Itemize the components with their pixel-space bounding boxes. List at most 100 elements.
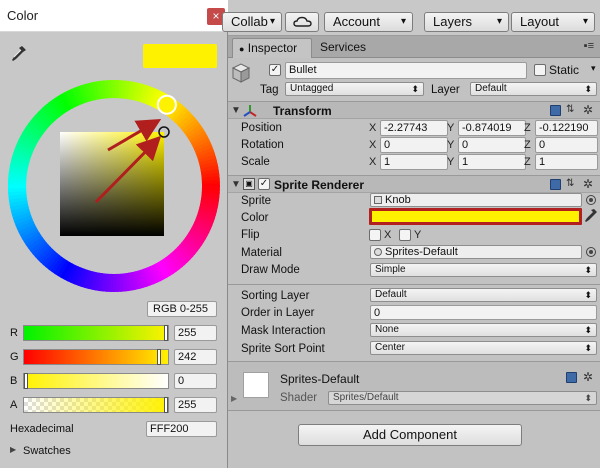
- chevron-down-icon[interactable]: ▾: [591, 63, 596, 74]
- sorting-layer-label: Sorting Layer: [241, 290, 310, 302]
- channel-label-r: R: [10, 327, 18, 339]
- transform-header[interactable]: ▼ Transform ⇅ ✲: [228, 101, 600, 119]
- scale-x-field[interactable]: 1: [380, 154, 448, 170]
- help-book-icon[interactable]: [550, 105, 561, 116]
- material-asset-name: Sprites-Default: [280, 372, 360, 386]
- account-dropdown[interactable]: Account ▾: [324, 12, 413, 32]
- static-checkbox[interactable]: [534, 64, 546, 76]
- alpha-value-field[interactable]: 255: [174, 397, 217, 413]
- hue-handle[interactable]: [156, 94, 177, 115]
- shader-value: Sprites/Default: [333, 392, 399, 403]
- tag-dropdown[interactable]: Untagged ⬍: [285, 82, 424, 96]
- alpha-slider[interactable]: [23, 397, 169, 413]
- rotation-z-field[interactable]: 0: [535, 137, 598, 153]
- tab-inspector-label: Inspector: [247, 41, 298, 55]
- static-label: Static: [549, 63, 580, 77]
- sprite-color-field[interactable]: [369, 208, 582, 225]
- position-z-field[interactable]: -0.122190: [535, 120, 598, 136]
- layers-dropdown[interactable]: Layers ▾: [424, 12, 509, 32]
- rotation-x-field[interactable]: 0: [380, 137, 448, 153]
- eyedropper-icon[interactable]: [10, 44, 28, 64]
- scale-z-field[interactable]: 1: [535, 154, 598, 170]
- material-object-field[interactable]: Sprites-Default: [370, 245, 582, 259]
- green-slider-handle[interactable]: [157, 349, 161, 365]
- tab-services[interactable]: Services: [320, 40, 366, 54]
- flip-y-checkbox[interactable]: [399, 229, 411, 241]
- foldout-arrow-icon[interactable]: ▶: [231, 394, 237, 403]
- blue-value-field[interactable]: 0: [174, 373, 217, 389]
- help-book-icon[interactable]: [550, 179, 561, 190]
- green-slider[interactable]: [23, 349, 169, 365]
- green-value-field[interactable]: 242: [174, 349, 217, 365]
- position-x-field[interactable]: -2.27743: [380, 120, 448, 136]
- layer-dropdown[interactable]: Default ⬍: [470, 82, 597, 96]
- divider: [228, 284, 600, 285]
- blue-slider[interactable]: [23, 373, 169, 389]
- mask-interaction-dropdown[interactable]: None ⬍: [370, 323, 597, 337]
- object-name-field[interactable]: Bullet: [285, 62, 527, 79]
- blue-slider-handle[interactable]: [24, 373, 28, 389]
- active-checkbox[interactable]: ✓: [269, 64, 281, 76]
- hue-wheel[interactable]: [8, 80, 220, 292]
- foldout-arrow-icon[interactable]: ▼: [231, 179, 241, 190]
- account-label: Account: [333, 14, 380, 29]
- order-in-layer-field[interactable]: 0: [370, 305, 597, 320]
- hexadecimal-field[interactable]: FFF200: [146, 421, 217, 437]
- layer-value: Default: [475, 83, 507, 94]
- axis-label-x: X: [369, 139, 377, 151]
- flip-y-label: Y: [414, 229, 422, 241]
- axis-label-y: Y: [447, 156, 455, 168]
- swatches-label[interactable]: Swatches: [23, 445, 71, 457]
- red-value-field[interactable]: 255: [174, 325, 217, 341]
- gear-icon[interactable]: ✲: [583, 177, 593, 191]
- cube-icon: [231, 63, 251, 83]
- help-book-icon[interactable]: [566, 372, 577, 383]
- tag-value: Untagged: [290, 83, 334, 94]
- sorting-layer-value: Default: [375, 289, 407, 300]
- layout-dropdown[interactable]: Layout ▾: [511, 12, 595, 32]
- tab-inspector[interactable]: ● Inspector: [232, 38, 312, 58]
- foldout-arrow-icon[interactable]: ▼: [231, 105, 241, 116]
- add-component-button[interactable]: Add Component: [298, 424, 522, 446]
- draw-mode-dropdown[interactable]: Simple ⬍: [370, 263, 597, 277]
- inspector-panel: ✓ Bullet Static ▾ Tag Untagged ⬍ Layer De…: [228, 58, 600, 468]
- sprite-renderer-header[interactable]: ▼ ▣ ✓ Sprite Renderer ⇅ ✲: [228, 175, 600, 193]
- object-picker-icon[interactable]: [586, 247, 596, 257]
- swatches-foldout-icon[interactable]: ▶: [10, 445, 16, 454]
- preset-icon[interactable]: ⇅: [566, 178, 574, 189]
- sprite-renderer-title: Sprite Renderer: [274, 178, 365, 192]
- sprite-object-field[interactable]: Knob: [370, 193, 582, 207]
- flip-x-checkbox[interactable]: [369, 229, 381, 241]
- transform-axes-icon: [243, 105, 257, 117]
- color-window-title-bar[interactable]: Color ×: [0, 0, 228, 32]
- tab-bar: ● Inspector Services ▪≡: [228, 36, 600, 58]
- mask-interaction-label: Mask Interaction: [241, 325, 326, 337]
- sprite-sort-point-dropdown[interactable]: Center ⬍: [370, 341, 597, 355]
- position-y-field[interactable]: -0.874019: [458, 120, 526, 136]
- sorting-layer-dropdown[interactable]: Default ⬍: [370, 288, 597, 302]
- collab-button[interactable]: Collab ▾: [222, 12, 282, 32]
- red-slider-handle[interactable]: [164, 325, 168, 341]
- material-asset-section: Sprites-Default ▶ Shader Sprites/Default…: [228, 362, 600, 410]
- gear-icon[interactable]: ✲: [583, 103, 593, 117]
- preset-icon[interactable]: ⇅: [566, 104, 574, 115]
- color-picker-window: Color × RGB 0-255 R 255 G 242 B 0 A 255 …: [0, 0, 228, 468]
- color-mode-dropdown[interactable]: RGB 0-255: [147, 301, 217, 317]
- alpha-slider-handle[interactable]: [164, 397, 168, 413]
- cloud-button[interactable]: [285, 12, 319, 32]
- material-label: Material: [241, 247, 282, 259]
- channel-label-a: A: [10, 399, 18, 411]
- toolbar: Collab ▾ Account ▾ Layers ▾ Layout ▾: [222, 0, 600, 36]
- tab-menu-icon[interactable]: ▪≡: [584, 40, 594, 52]
- eyedropper-icon[interactable]: [584, 208, 598, 224]
- scale-label: Scale: [241, 156, 270, 168]
- rotation-y-field[interactable]: 0: [458, 137, 526, 153]
- axis-label-x: X: [369, 122, 377, 134]
- shader-dropdown[interactable]: Sprites/Default ⬍: [328, 391, 597, 405]
- gear-icon[interactable]: ✲: [583, 370, 593, 384]
- sprite-label: Sprite: [241, 195, 272, 207]
- object-picker-icon[interactable]: [586, 195, 596, 205]
- red-slider[interactable]: [23, 325, 169, 341]
- scale-y-field[interactable]: 1: [458, 154, 526, 170]
- sprite-renderer-enabled-checkbox[interactable]: ✓: [258, 178, 270, 190]
